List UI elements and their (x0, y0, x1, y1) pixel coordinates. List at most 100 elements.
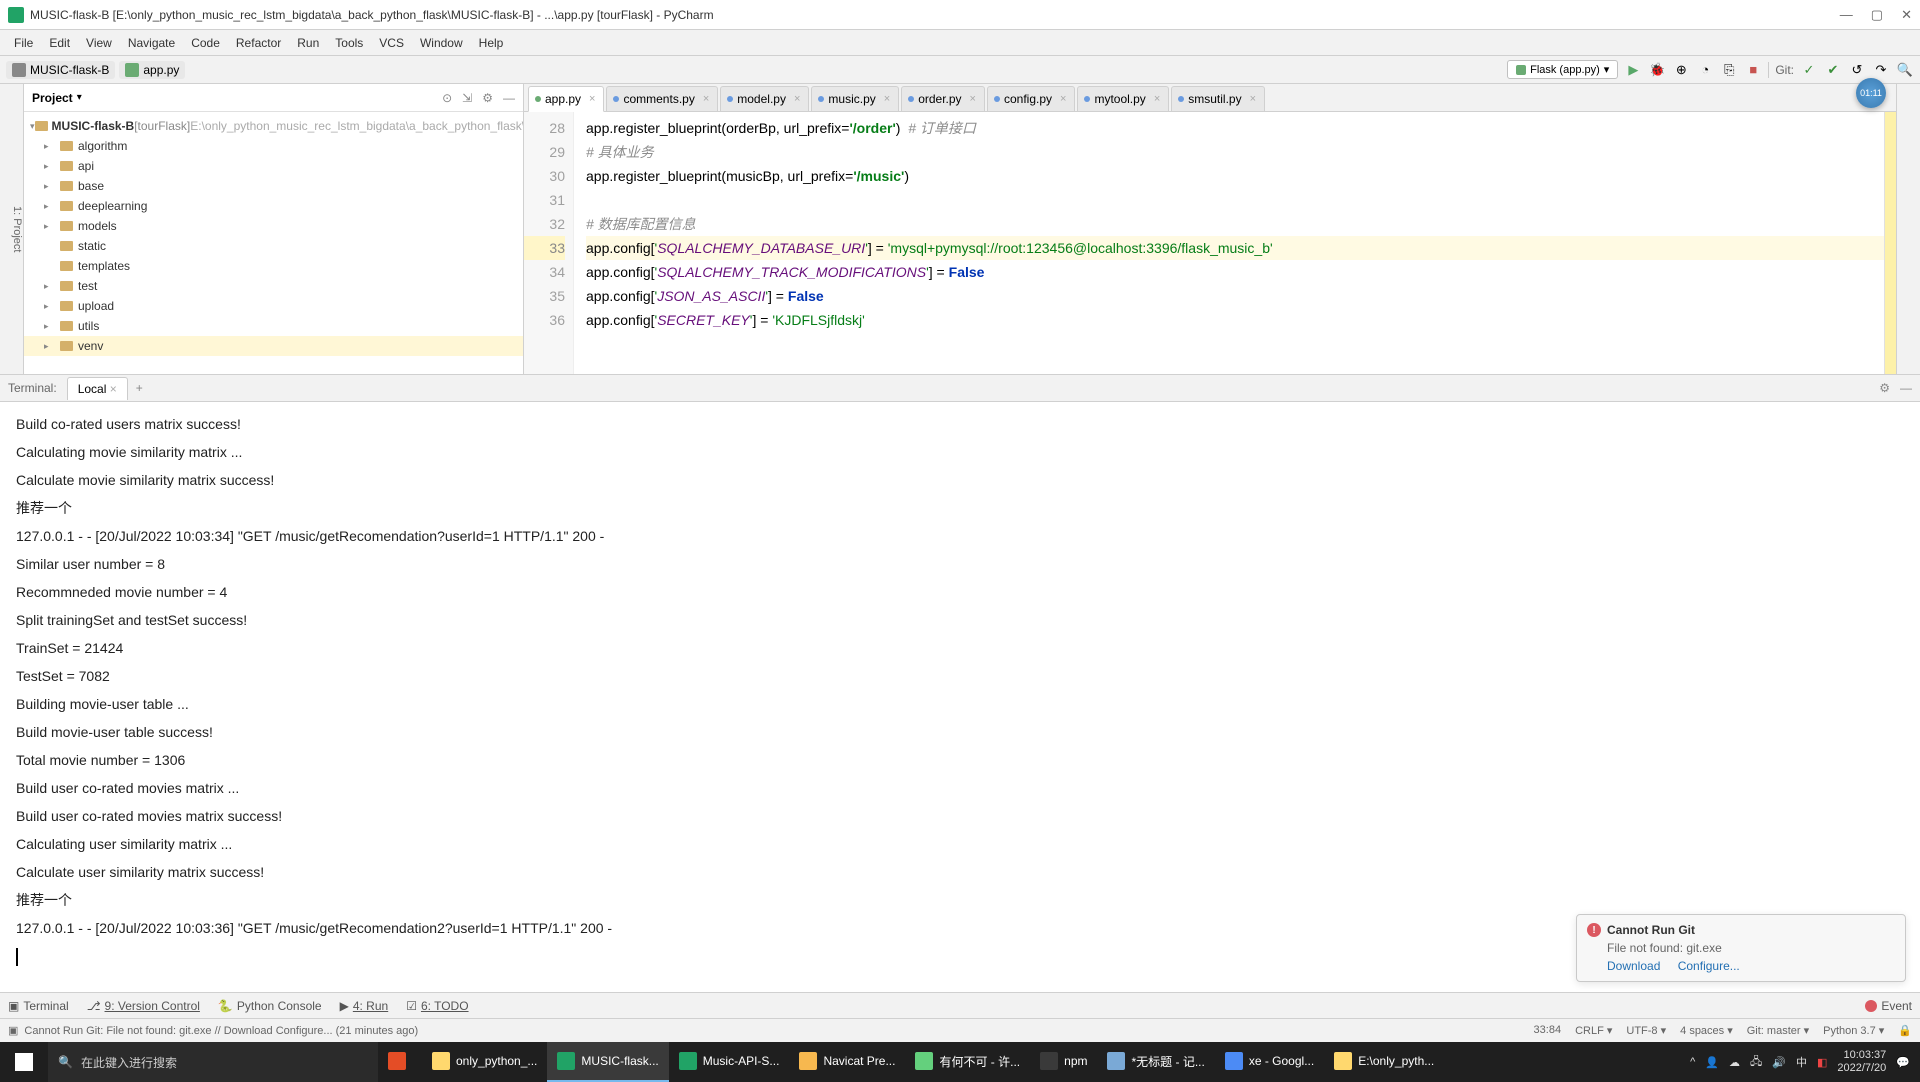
tray-people-icon[interactable]: 👤 (1705, 1056, 1719, 1069)
tree-folder-algorithm[interactable]: ▸algorithm (24, 136, 523, 156)
tab-order-py[interactable]: order.py× (901, 86, 985, 111)
line-gutter[interactable]: 282930313233343536 (524, 112, 574, 374)
tree-folder-models[interactable]: ▸models (24, 216, 523, 236)
tab-music-py[interactable]: music.py× (811, 86, 899, 111)
readonly-lock-icon[interactable]: 🔒 (1898, 1024, 1912, 1037)
menu-file[interactable]: File (6, 36, 41, 50)
maximize-button[interactable]: ▢ (1871, 7, 1883, 23)
tray-network-icon[interactable]: 🖧 (1750, 1053, 1762, 1072)
tool-vcs[interactable]: ⎇ 9: Version Control (87, 999, 200, 1013)
file-encoding[interactable]: UTF-8 ▾ (1626, 1024, 1666, 1037)
menu-edit[interactable]: Edit (41, 36, 78, 50)
menu-view[interactable]: View (78, 36, 120, 50)
tab-app-py[interactable]: app.py× (528, 86, 604, 112)
tray-volume-icon[interactable]: 🔊 (1772, 1056, 1786, 1069)
indent-settings[interactable]: 4 spaces ▾ (1680, 1024, 1733, 1037)
tree-folder-utils[interactable]: ▸utils (24, 316, 523, 336)
right-stripe[interactable] (1896, 84, 1920, 374)
tray-app-icon[interactable]: ◧ (1817, 1056, 1827, 1069)
taskbar-item[interactable]: Music-API-S... (669, 1042, 790, 1082)
left-stripe[interactable]: 1: Project (0, 84, 24, 374)
tray-ime-icon[interactable]: 中 (1796, 1054, 1807, 1070)
marker-stripe[interactable] (1884, 112, 1896, 374)
menu-run[interactable]: Run (289, 36, 327, 50)
taskbar-search[interactable]: 🔍 在此键入进行搜索 (48, 1042, 378, 1082)
close-icon[interactable]: × (1060, 93, 1066, 105)
menu-navigate[interactable]: Navigate (120, 36, 183, 50)
tree-folder-base[interactable]: ▸base (24, 176, 523, 196)
minimize-button[interactable]: — (1840, 7, 1853, 23)
tab-mytool-py[interactable]: mytool.py× (1077, 86, 1169, 111)
run-button[interactable]: ▶ (1624, 61, 1642, 79)
notifications-icon[interactable]: 💬 (1896, 1056, 1910, 1069)
tab-config-py[interactable]: config.py× (987, 86, 1075, 111)
menu-window[interactable]: Window (412, 36, 471, 50)
debug-button[interactable]: 🐞 (1648, 61, 1666, 79)
terminal-hide-icon[interactable]: — (1900, 381, 1912, 395)
python-interpreter[interactable]: Python 3.7 ▾ (1823, 1024, 1884, 1037)
git-update-button[interactable]: ✓ (1800, 61, 1818, 79)
tree-folder-test[interactable]: ▸test (24, 276, 523, 296)
terminal-add-button[interactable]: + (136, 381, 143, 395)
breadcrumb-project[interactable]: MUSIC-flask-B (6, 61, 115, 79)
tab-comments-py[interactable]: comments.py× (606, 86, 718, 111)
taskbar-item[interactable]: E:\only_pyth... (1324, 1042, 1444, 1082)
menu-vcs[interactable]: VCS (371, 36, 412, 50)
tab-smsutil-py[interactable]: smsutil.py× (1171, 86, 1265, 111)
tool-python-console[interactable]: 🐍 Python Console (218, 999, 322, 1013)
tree-folder-venv[interactable]: ▸venv (24, 336, 523, 356)
tool-event-log[interactable]: Event (1881, 999, 1912, 1013)
caret-position[interactable]: 33:84 (1534, 1024, 1562, 1037)
tree-folder-templates[interactable]: templates (24, 256, 523, 276)
close-icon[interactable]: × (794, 93, 800, 105)
notification-download-link[interactable]: Download (1607, 959, 1660, 973)
close-icon[interactable]: × (1250, 93, 1256, 105)
notification-configure-link[interactable]: Configure... (1678, 959, 1740, 973)
line-separator[interactable]: CRLF ▾ (1575, 1024, 1612, 1037)
terminal-settings-icon[interactable]: ⚙ (1879, 381, 1890, 395)
status-tool-toggle[interactable]: ▣ (8, 1024, 18, 1037)
start-button[interactable] (0, 1042, 48, 1082)
tree-folder-deeplearning[interactable]: ▸deeplearning (24, 196, 523, 216)
tree-folder-api[interactable]: ▸api (24, 156, 523, 176)
close-icon[interactable]: × (884, 93, 890, 105)
code-area[interactable]: app.register_blueprint(orderBp, url_pref… (574, 112, 1884, 374)
taskbar-item[interactable]: MUSIC-flask... (547, 1042, 668, 1082)
coverage-button[interactable]: ⊕ (1672, 61, 1690, 79)
menu-tools[interactable]: Tools (327, 36, 371, 50)
chevron-down-icon[interactable]: ▾ (77, 92, 82, 103)
taskbar-item[interactable]: npm (1030, 1042, 1097, 1082)
locate-icon[interactable]: ⊙ (442, 91, 452, 105)
tool-run[interactable]: ▶ 4: Run (340, 999, 389, 1013)
run-config-dropdown[interactable]: Flask (app.py) ▾ (1507, 60, 1618, 79)
terminal-tab-local[interactable]: Local × (67, 377, 128, 400)
taskbar-item[interactable]: Navicat Pre... (789, 1042, 905, 1082)
tool-todo[interactable]: ☑ 6: TODO (406, 999, 468, 1013)
close-button[interactable]: ✕ (1901, 7, 1912, 23)
project-title[interactable]: Project (32, 91, 73, 105)
taskbar-item[interactable]: only_python_... (422, 1042, 547, 1082)
taskbar-item[interactable] (378, 1042, 422, 1082)
tree-root[interactable]: ▾MUSIC-flask-B [tourFlask] E:\only_pytho… (24, 116, 523, 136)
attach-button[interactable]: ⎘ (1720, 61, 1738, 79)
system-tray[interactable]: ^ 👤 ☁ 🖧 🔊 中 ◧ 10:03:37 2022/7/20 💬 (1680, 1049, 1920, 1075)
close-icon[interactable]: × (703, 93, 709, 105)
profile-button[interactable]: ◔ (1696, 61, 1714, 79)
tree-folder-upload[interactable]: ▸upload (24, 296, 523, 316)
taskbar-clock[interactable]: 10:03:37 2022/7/20 (1837, 1049, 1886, 1075)
taskbar-item[interactable]: xe - Googl... (1215, 1042, 1324, 1082)
code-reader-badge[interactable]: 01:11 (1856, 78, 1886, 108)
taskbar-item[interactable]: 有何不可 - 许... (905, 1042, 1030, 1082)
tab-model-py[interactable]: model.py× (720, 86, 809, 111)
tray-onedrive-icon[interactable]: ☁ (1729, 1056, 1740, 1069)
tray-chevron-icon[interactable]: ^ (1690, 1056, 1695, 1068)
git-history-button[interactable]: ↺ (1848, 61, 1866, 79)
close-icon[interactable]: × (1154, 93, 1160, 105)
git-branch[interactable]: Git: master ▾ (1747, 1024, 1809, 1037)
breadcrumb-file[interactable]: app.py (119, 61, 185, 79)
settings-icon[interactable]: ⚙ (482, 91, 493, 105)
menu-help[interactable]: Help (471, 36, 512, 50)
git-rollback-button[interactable]: ↷ (1872, 61, 1890, 79)
expand-icon[interactable]: ⇲ (462, 91, 472, 105)
menu-refactor[interactable]: Refactor (228, 36, 289, 50)
